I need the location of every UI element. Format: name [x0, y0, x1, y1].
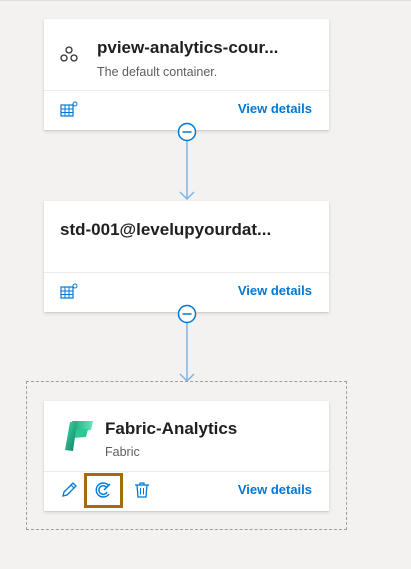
table-settings-icon[interactable] [60, 101, 78, 117]
view-details-link[interactable]: View details [238, 101, 312, 116]
fabric-logo [65, 421, 93, 451]
card-subtitle: The default container. [97, 65, 218, 79]
edit-icon[interactable] [60, 481, 78, 499]
card-title: Fabric-Analytics [105, 419, 238, 438]
collection-icon [60, 46, 78, 62]
top-border [0, 0, 411, 1]
collapse-icon[interactable] [177, 304, 197, 324]
card-title: pview-analytics-cour... [97, 38, 279, 57]
collection-card-std[interactable]: std-001@levelupyourdat... View details [44, 201, 329, 312]
scan-highlight-box [84, 473, 123, 508]
collapse-icon[interactable] [177, 122, 197, 142]
card-title: std-001@levelupyourdat... [60, 220, 272, 239]
collection-card-pview[interactable]: pview-analytics-cour... The default cont… [44, 19, 329, 130]
view-details-link[interactable]: View details [238, 482, 312, 497]
card-subtitle: Fabric [105, 445, 140, 459]
table-settings-icon[interactable] [60, 283, 78, 299]
delete-icon[interactable] [134, 481, 150, 499]
view-details-link[interactable]: View details [238, 283, 312, 298]
